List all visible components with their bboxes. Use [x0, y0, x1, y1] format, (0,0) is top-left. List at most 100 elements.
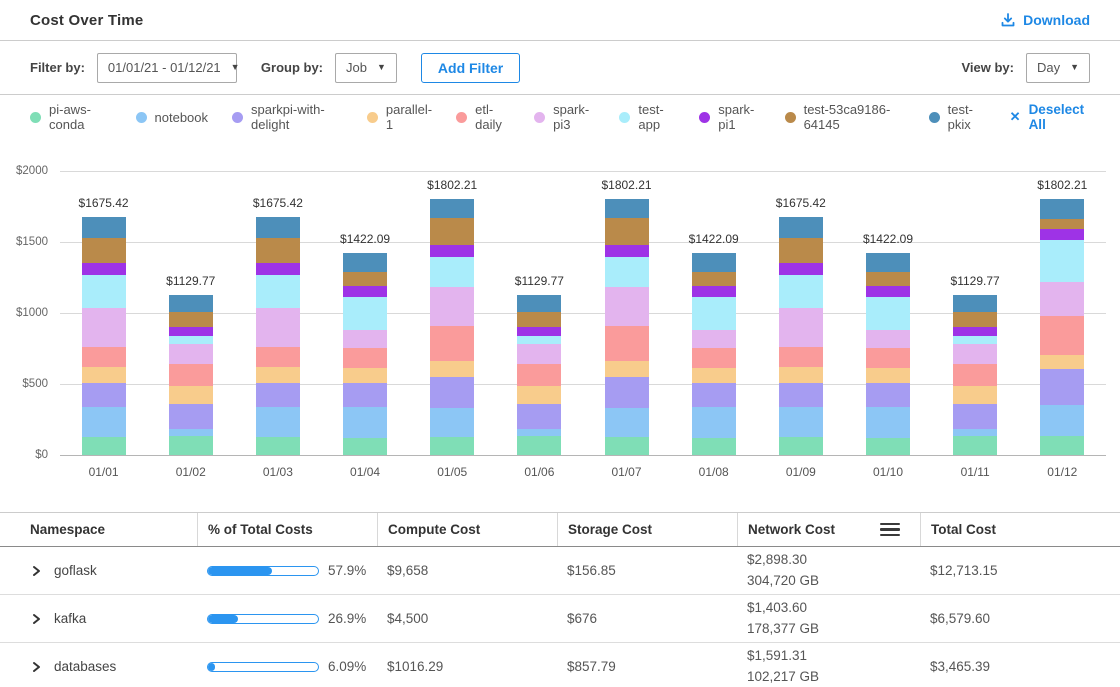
bar-segment-etl-daily[interactable] [953, 364, 997, 386]
bar-01/09[interactable]: $1675.4201/09 [779, 171, 823, 455]
bar-segment-etl-daily[interactable] [82, 347, 126, 367]
bar-segment-sparkpi-with-delight[interactable] [953, 404, 997, 429]
bar-segment-notebook[interactable] [779, 407, 823, 437]
bar-segment-test-pkix[interactable] [517, 295, 561, 313]
bar-segment-parallel-1[interactable] [953, 386, 997, 404]
bar-segment-notebook[interactable] [517, 429, 561, 436]
bar-segment-test-pkix[interactable] [953, 295, 997, 313]
bar-segment-test-app[interactable] [779, 275, 823, 308]
legend-item-sparkpi-with-delight[interactable]: sparkpi-with-delight [232, 102, 343, 132]
legend-item-spark-pi1[interactable]: spark-pi1 [699, 102, 760, 132]
bar-segment-etl-daily[interactable] [256, 347, 300, 367]
bar-segment-spark-pi1[interactable] [605, 245, 649, 257]
bar-segment-parallel-1[interactable] [343, 368, 387, 383]
bar-segment-test-53ca9186-64145[interactable] [779, 238, 823, 263]
bar-segment-spark-pi1[interactable] [343, 286, 387, 297]
bar-segment-pi-aws-conda[interactable] [256, 437, 300, 455]
bar-segment-spark-pi1[interactable] [1040, 229, 1084, 241]
bar-segment-spark-pi3[interactable] [953, 344, 997, 364]
expand-chevron-icon[interactable] [30, 565, 42, 577]
column-settings-icon[interactable] [880, 523, 900, 537]
bar-segment-notebook[interactable] [605, 408, 649, 437]
bar-segment-etl-daily[interactable] [692, 348, 736, 368]
bar-segment-notebook[interactable] [256, 407, 300, 437]
bar-segment-test-53ca9186-64145[interactable] [82, 238, 126, 263]
bar-segment-test-pkix[interactable] [866, 253, 910, 272]
bar-01/02[interactable]: $1129.7701/02 [169, 171, 213, 455]
bar-segment-etl-daily[interactable] [1040, 316, 1084, 355]
bar-segment-sparkpi-with-delight[interactable] [343, 383, 387, 408]
bar-segment-pi-aws-conda[interactable] [430, 437, 474, 455]
bar-segment-parallel-1[interactable] [779, 367, 823, 383]
legend-item-test-53ca9186-64145[interactable]: test-53ca9186-64145 [785, 102, 905, 132]
bar-01/11[interactable]: $1129.7701/11 [953, 171, 997, 455]
bar-segment-test-pkix[interactable] [779, 217, 823, 238]
bar-segment-etl-daily[interactable] [430, 326, 474, 362]
download-button[interactable]: Download [1000, 12, 1090, 28]
bar-segment-spark-pi3[interactable] [343, 330, 387, 348]
bar-segment-notebook[interactable] [866, 407, 910, 438]
bar-01/01[interactable]: $1675.4201/01 [82, 171, 126, 455]
namespace-cell[interactable]: goflask [30, 563, 197, 578]
bar-segment-test-app[interactable] [866, 297, 910, 330]
bar-segment-etl-daily[interactable] [343, 348, 387, 368]
bar-01/07[interactable]: $1802.2101/07 [605, 171, 649, 455]
bar-segment-test-pkix[interactable] [82, 217, 126, 238]
bar-segment-test-53ca9186-64145[interactable] [430, 218, 474, 245]
bar-segment-test-pkix[interactable] [692, 253, 736, 272]
bar-segment-pi-aws-conda[interactable] [82, 437, 126, 455]
bar-segment-notebook[interactable] [430, 408, 474, 437]
bar-01/06[interactable]: $1129.7701/06 [517, 171, 561, 455]
bar-segment-spark-pi1[interactable] [953, 327, 997, 337]
bar-segment-sparkpi-with-delight[interactable] [779, 383, 823, 407]
bar-segment-pi-aws-conda[interactable] [169, 436, 213, 455]
bar-segment-spark-pi1[interactable] [692, 286, 736, 297]
bar-segment-test-53ca9186-64145[interactable] [866, 272, 910, 286]
bar-segment-sparkpi-with-delight[interactable] [866, 383, 910, 408]
bar-segment-test-app[interactable] [953, 336, 997, 344]
bar-segment-parallel-1[interactable] [82, 367, 126, 383]
bar-segment-pi-aws-conda[interactable] [605, 437, 649, 455]
bar-segment-notebook[interactable] [1040, 405, 1084, 436]
bar-segment-sparkpi-with-delight[interactable] [430, 377, 474, 408]
namespace-cell[interactable]: kafka [30, 611, 197, 626]
bar-segment-pi-aws-conda[interactable] [1040, 436, 1084, 455]
bar-segment-etl-daily[interactable] [169, 364, 213, 386]
bar-segment-notebook[interactable] [343, 407, 387, 438]
bar-segment-spark-pi3[interactable] [169, 344, 213, 364]
bar-segment-sparkpi-with-delight[interactable] [692, 383, 736, 408]
bar-segment-spark-pi3[interactable] [1040, 282, 1084, 317]
add-filter-button[interactable]: Add Filter [421, 53, 520, 83]
legend-item-parallel-1[interactable]: parallel-1 [367, 102, 432, 132]
bar-segment-notebook[interactable] [953, 429, 997, 436]
view-by-select[interactable]: Day ▼ [1026, 53, 1090, 83]
bar-segment-test-53ca9186-64145[interactable] [169, 312, 213, 326]
bar-segment-sparkpi-with-delight[interactable] [605, 377, 649, 408]
bar-segment-spark-pi1[interactable] [82, 263, 126, 276]
bar-segment-test-app[interactable] [692, 297, 736, 330]
bar-segment-test-53ca9186-64145[interactable] [517, 312, 561, 326]
legend-item-notebook[interactable]: notebook [136, 110, 209, 125]
bar-segment-etl-daily[interactable] [605, 326, 649, 362]
group-by-select[interactable]: Job ▼ [335, 53, 397, 83]
bar-segment-pi-aws-conda[interactable] [953, 436, 997, 455]
bar-segment-spark-pi3[interactable] [430, 287, 474, 326]
bar-segment-pi-aws-conda[interactable] [343, 438, 387, 455]
legend-item-pi-aws-conda[interactable]: pi-aws-conda [30, 102, 112, 132]
legend-item-test-pkix[interactable]: test-pkix [929, 102, 986, 132]
bar-segment-test-app[interactable] [256, 275, 300, 308]
bar-segment-spark-pi1[interactable] [517, 327, 561, 337]
bar-segment-spark-pi3[interactable] [256, 308, 300, 347]
expand-chevron-icon[interactable] [30, 661, 42, 673]
bar-segment-parallel-1[interactable] [1040, 355, 1084, 369]
bar-segment-test-53ca9186-64145[interactable] [1040, 219, 1084, 229]
bar-segment-spark-pi3[interactable] [82, 308, 126, 347]
bar-segment-spark-pi3[interactable] [779, 308, 823, 347]
bar-segment-notebook[interactable] [82, 407, 126, 437]
bar-segment-pi-aws-conda[interactable] [866, 438, 910, 455]
bar-01/12[interactable]: $1802.2101/12 [1040, 171, 1084, 455]
bar-segment-notebook[interactable] [169, 429, 213, 436]
bar-segment-pi-aws-conda[interactable] [692, 438, 736, 455]
bar-segment-test-53ca9186-64145[interactable] [343, 272, 387, 286]
bar-segment-parallel-1[interactable] [517, 386, 561, 404]
